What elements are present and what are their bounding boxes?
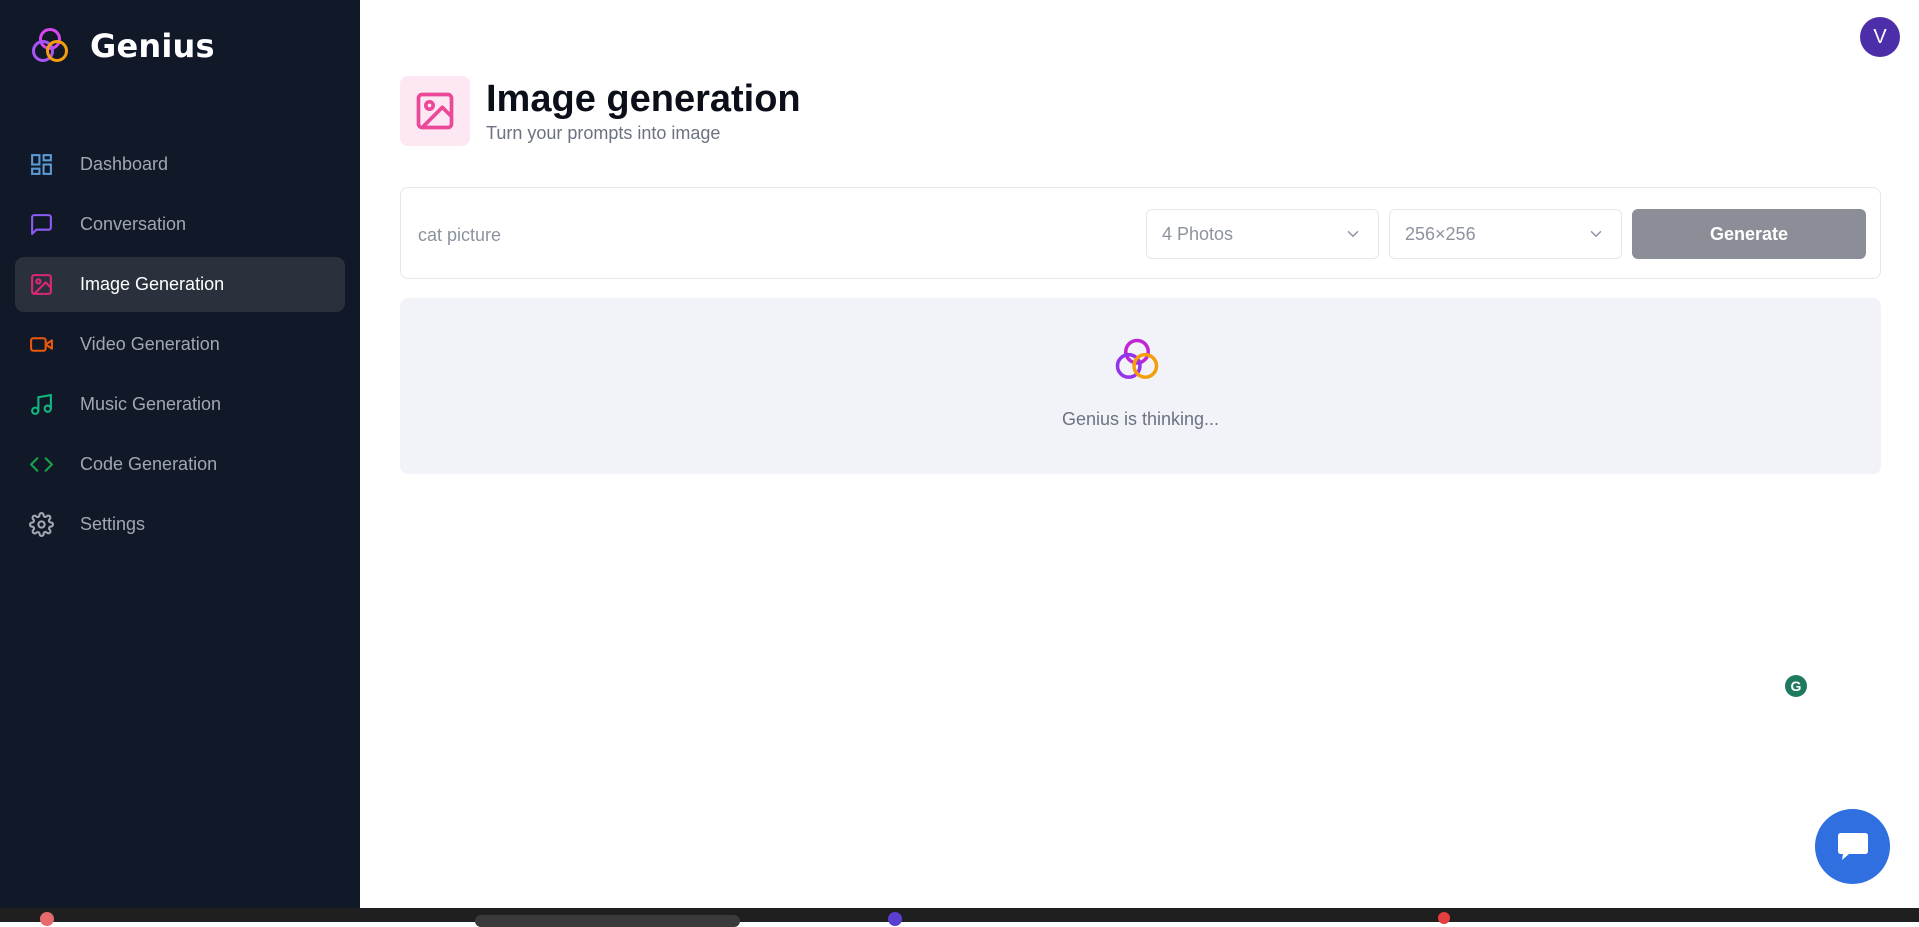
sidebar-item-label: Settings <box>80 514 146 534</box>
sidebar-item-label: Video Generation <box>80 334 220 354</box>
sidebar-item-music-generation[interactable]: Music Generation <box>15 377 345 432</box>
chevron-down-icon <box>1590 231 1602 238</box>
image-icon <box>29 272 54 297</box>
gear-icon <box>29 512 54 537</box>
sidebar: Genius Dashboard Conversation Image Gene… <box>0 0 360 908</box>
sidebar-item-label: Code Generation <box>80 454 218 474</box>
grammarly-icon[interactable]: G <box>1785 675 1807 697</box>
sidebar-nav: Dashboard Conversation Image Generation … <box>15 137 345 557</box>
image-icon <box>400 76 470 146</box>
prompt-input[interactable] <box>416 208 1120 262</box>
sidebar-item-label: Conversation <box>80 214 187 234</box>
loader-text: Genius is thinking... <box>1061 409 1220 429</box>
page-subtitle: Turn your prompts into image <box>486 123 721 143</box>
sidebar-item-settings[interactable]: Settings <box>15 497 345 552</box>
layout-dashboard-icon <box>29 152 54 177</box>
sidebar-item-video-generation[interactable]: Video Generation <box>15 317 345 372</box>
sidebar-item-dashboard[interactable]: Dashboard <box>15 137 345 192</box>
amount-select[interactable]: 4 Photos <box>1146 209 1379 259</box>
chat-bubble-icon <box>1837 832 1868 860</box>
brand-link[interactable]: Genius <box>28 24 215 68</box>
generate-button[interactable]: Generate <box>1632 209 1866 259</box>
sidebar-item-label: Dashboard <box>80 154 169 174</box>
amount-select-value: 4 Photos <box>1162 223 1234 244</box>
resolution-select-value: 256×256 <box>1405 223 1476 244</box>
music-icon <box>29 392 54 417</box>
sidebar-item-label: Music Generation <box>80 394 222 414</box>
genius-logo-icon <box>32 28 68 62</box>
os-taskbar <box>0 908 1919 927</box>
genius-logo-icon <box>1115 338 1159 379</box>
resolution-select[interactable]: 256×256 <box>1389 209 1622 259</box>
brand-name: Genius <box>90 27 215 65</box>
chat-launcher-button[interactable] <box>1815 809 1890 884</box>
page-title: Image generation <box>486 78 801 120</box>
taskbar-app-icon[interactable] <box>888 912 902 926</box>
taskbar-search-box[interactable] <box>475 915 740 927</box>
message-square-icon <box>29 212 54 237</box>
taskbar-app-icon[interactable] <box>1438 912 1450 924</box>
page-heading: Image generation Turn your prompts into … <box>400 76 801 146</box>
chevron-down-icon <box>1347 231 1359 238</box>
sidebar-item-label: Image Generation <box>80 274 225 294</box>
loader-panel: Genius is thinking... <box>400 298 1881 474</box>
sidebar-item-code-generation[interactable]: Code Generation <box>15 437 345 492</box>
generate-form: 4 Photos 256×256 Generate <box>400 187 1881 279</box>
user-avatar[interactable]: V <box>1860 17 1900 57</box>
sidebar-item-conversation[interactable]: Conversation <box>15 197 345 252</box>
taskbar-app-icon[interactable] <box>40 912 54 926</box>
video-icon <box>29 332 54 357</box>
sidebar-item-image-generation[interactable]: Image Generation <box>15 257 345 312</box>
code-icon <box>29 452 54 477</box>
